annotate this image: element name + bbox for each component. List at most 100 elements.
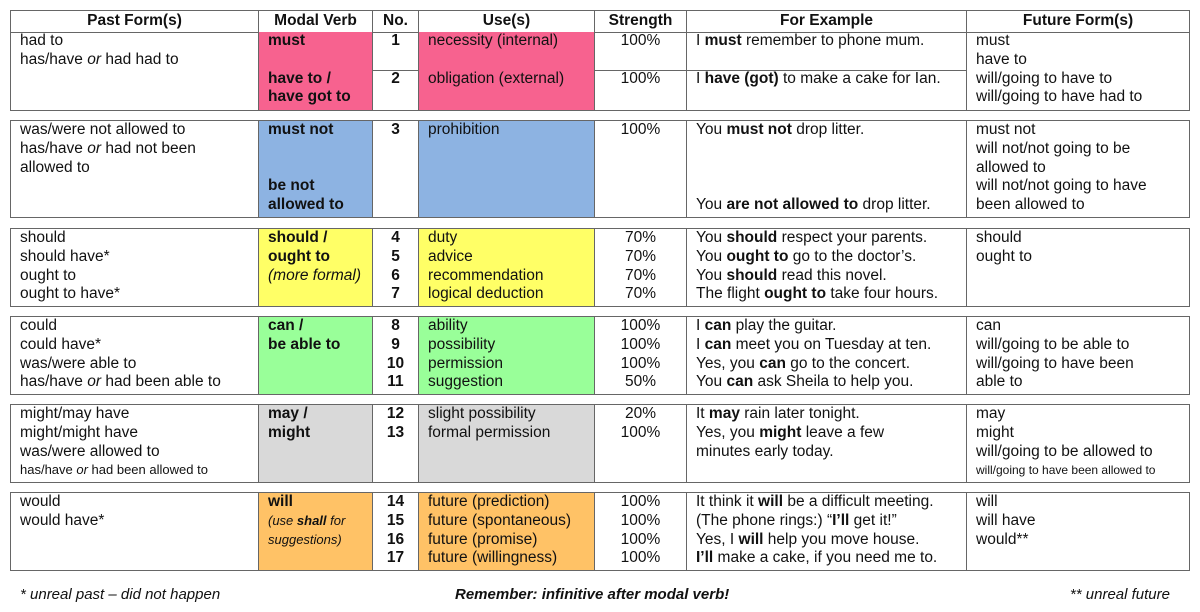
cell-line: (The phone rings:) “I’ll get it!”: [696, 512, 966, 531]
cell-line: [696, 51, 966, 70]
cell-line: You must not drop litter.: [696, 121, 966, 140]
cell-line: duty: [428, 229, 458, 246]
cell-line: possibility: [428, 335, 496, 353]
cell-line: minutes early today.: [696, 442, 834, 460]
example-cell: I can play the guitar. I can meet you on …: [687, 317, 967, 395]
header-uses: Use(s): [419, 11, 595, 32]
cell-line: I have (got) to make a cake for Ian.: [696, 70, 966, 89]
text-segment: had had to: [101, 50, 179, 68]
header-future-form: Future Form(s): [1022, 12, 1134, 29]
text-segment: 7: [391, 285, 400, 303]
text-segment: I: [696, 317, 705, 334]
cell-line: will have: [976, 511, 1036, 529]
header-past-form: Past Form(s): [11, 11, 259, 32]
example-cell: It may rain later tonight. Yes, you might…: [687, 405, 967, 483]
cell-line: will/going to be allowed to: [976, 442, 1153, 460]
text-segment: You: [696, 373, 727, 391]
text-segment: has/have: [20, 139, 88, 157]
cell-line: I can meet you on Tuesday at ten.: [696, 336, 966, 355]
future-form-cell: should ought to: [967, 229, 1189, 306]
text-segment: 17: [386, 549, 405, 567]
cell-line: could: [20, 317, 58, 334]
cell-line: 100%: [620, 317, 661, 334]
text-segment: It: [696, 405, 709, 422]
cell-line: must: [268, 32, 372, 51]
cell-line: 20%: [624, 405, 657, 422]
cell-line: You are not allowed to drop litter.: [696, 196, 966, 215]
cell-line: can /: [268, 317, 372, 336]
example-cell: You should respect your parents. You ough…: [687, 229, 967, 307]
row-divider: [373, 69, 418, 71]
text-segment: I’ll: [832, 511, 850, 529]
cell-line: 5: [373, 248, 418, 267]
cell-line: It think it will be a difficult meeting.: [696, 493, 966, 512]
text-segment: remember to phone mum.: [741, 32, 925, 49]
text-segment: I: [696, 32, 705, 49]
text-segment: (use: [268, 512, 297, 528]
cell-line: future (promise): [428, 530, 538, 548]
cell-line: would: [20, 493, 61, 510]
cell-line: will not/not going to have: [976, 177, 1147, 195]
cell-line: slight possibility: [428, 405, 536, 422]
number-cell: 14 15 16 17: [373, 493, 419, 571]
modal-group-row: had to has/have or had had to must have to …: [10, 32, 1190, 112]
future-form-cell: can will/going to be able to will/going to…: [967, 317, 1189, 394]
modal-group-row: might/may have might/might have was/were a…: [10, 404, 1190, 484]
cell-line: will: [268, 493, 372, 512]
cell-line: 6: [373, 267, 418, 286]
text-segment: suggestions): [268, 531, 342, 547]
cell-line: might/might have: [20, 423, 139, 441]
text-segment: Yes, you: [696, 354, 760, 372]
text-segment: 1: [391, 32, 400, 49]
text-segment: help you move house.: [763, 530, 920, 548]
cell-line: Yes, you might leave a few: [696, 424, 966, 443]
cell-line: prohibition: [428, 121, 500, 138]
cell-line: [268, 51, 372, 70]
text-segment: Yes, you: [696, 423, 760, 441]
cell-line: 100%: [620, 549, 661, 567]
text-segment: may /: [268, 405, 308, 422]
cell-line: permission: [428, 354, 503, 372]
text-segment: or: [87, 50, 102, 68]
uses-cell: future (prediction) future (spontaneous) f…: [419, 493, 595, 571]
cell-line: would**: [976, 530, 1029, 548]
table-header: Past Form(s) Modal Verb No. Use(s) Strength F…: [10, 10, 1190, 33]
text-segment: should: [726, 229, 778, 246]
text-segment: read this novel.: [777, 266, 887, 284]
text-segment: must not: [268, 121, 334, 138]
cell-line: (more formal): [268, 267, 372, 286]
cell-line: ought to: [976, 247, 1033, 265]
text-segment: ought to: [764, 285, 827, 303]
text-segment: can: [704, 335, 732, 353]
number-cell: 4567: [373, 229, 419, 307]
cell-line: 16: [373, 531, 418, 550]
text-segment: must not: [726, 121, 792, 138]
text-segment: rain later tonight.: [739, 405, 860, 422]
cell-line: has/have or had been able to: [20, 373, 258, 392]
strength-cell: 100% 100%: [595, 32, 687, 111]
cell-line: must not: [268, 121, 372, 140]
cell-line: The flight ought to take four hours.: [696, 285, 966, 304]
cell-line: might: [268, 424, 372, 443]
past-form-cell: could could have* was/were able to has/have…: [11, 317, 259, 395]
cell-line: [595, 51, 686, 70]
cell-line: will/going to be able to: [976, 335, 1130, 353]
footnote-unreal-past: * unreal past – did not happen: [20, 586, 221, 603]
text-segment: has/have: [20, 462, 77, 478]
text-segment: 3: [391, 121, 400, 138]
header-modal-verb: Modal Verb: [259, 11, 373, 32]
text-segment: 14: [386, 493, 405, 510]
modal-verb-cell: may / might: [259, 405, 373, 483]
cell-line: formal permission: [428, 423, 551, 441]
text-segment: can: [759, 354, 786, 372]
header-example: For Example: [687, 11, 967, 32]
text-segment: (The phone rings:) “: [696, 511, 833, 529]
number-cell: 12 13: [373, 405, 419, 483]
cell-line: 3: [373, 121, 418, 140]
strength-cell: 100%: [595, 121, 687, 217]
text-segment: 13: [386, 423, 405, 441]
cell-line: should: [976, 229, 1022, 246]
cell-line: ability: [428, 317, 468, 334]
text-segment: Yes, I: [696, 530, 739, 548]
text-segment: meet you on Tuesday at ten.: [731, 335, 932, 353]
